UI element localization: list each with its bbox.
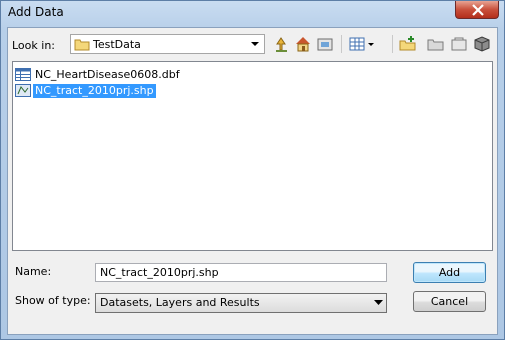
shapefile-icon <box>15 84 31 97</box>
new-folder-icon <box>399 36 416 51</box>
file-list[interactable]: NC_HeartDisease0608.dbf NC_tract_2010prj… <box>12 61 493 251</box>
folder-icon <box>74 39 90 51</box>
title-bar[interactable]: Add Data <box>1 1 504 25</box>
disconnect-folder-button[interactable] <box>448 33 470 55</box>
chevron-down-icon <box>374 300 383 305</box>
file-name: NC_HeartDisease0608.dbf <box>35 68 180 81</box>
disconnect-folder-icon <box>451 37 467 51</box>
file-name: NC_tract_2010prj.shp <box>33 84 156 98</box>
toolbar-separator <box>341 35 342 53</box>
view-toggle-button[interactable] <box>347 33 379 55</box>
show-of-type-value: Datasets, Layers and Results <box>100 296 260 309</box>
up-one-level-button[interactable] <box>270 33 292 55</box>
name-field[interactable]: NC_tract_2010prj.shp <box>95 263 387 282</box>
catalog-icon <box>317 38 333 51</box>
chevron-down-icon[interactable] <box>248 36 262 52</box>
database-icon <box>474 36 490 52</box>
look-in-label: Look in: <box>12 39 55 52</box>
database-button[interactable] <box>471 33 493 55</box>
home-icon <box>296 37 310 52</box>
view-toggle-icon <box>349 37 374 51</box>
new-folder-button[interactable] <box>397 33 419 55</box>
window-title: Add Data <box>8 5 64 19</box>
look-in-value: TestData <box>93 38 141 51</box>
cancel-button[interactable]: Cancel <box>413 291 486 312</box>
name-label: Name: <box>15 265 52 278</box>
add-data-dialog: Add Data Look in: TestData NC_HeartDisea… <box>0 0 505 340</box>
home-button[interactable] <box>292 33 314 55</box>
connect-folder-button[interactable] <box>425 33 447 55</box>
connect-folder-icon <box>427 39 444 51</box>
close-icon <box>472 4 484 16</box>
close-button[interactable] <box>455 1 499 19</box>
toolbar-separator <box>392 35 393 53</box>
show-of-type-label: Show of type: <box>15 294 91 307</box>
show-of-type-dropdown[interactable]: Datasets, Layers and Results <box>95 293 387 313</box>
dialog-body: Look in: TestData NC_HeartDisease0608.db… <box>7 27 498 335</box>
up-one-level-icon <box>276 37 287 52</box>
table-icon <box>15 68 31 81</box>
look-in-dropdown[interactable]: TestData <box>70 34 265 54</box>
add-button[interactable]: Add <box>413 262 486 283</box>
catalog-button[interactable] <box>314 33 336 55</box>
